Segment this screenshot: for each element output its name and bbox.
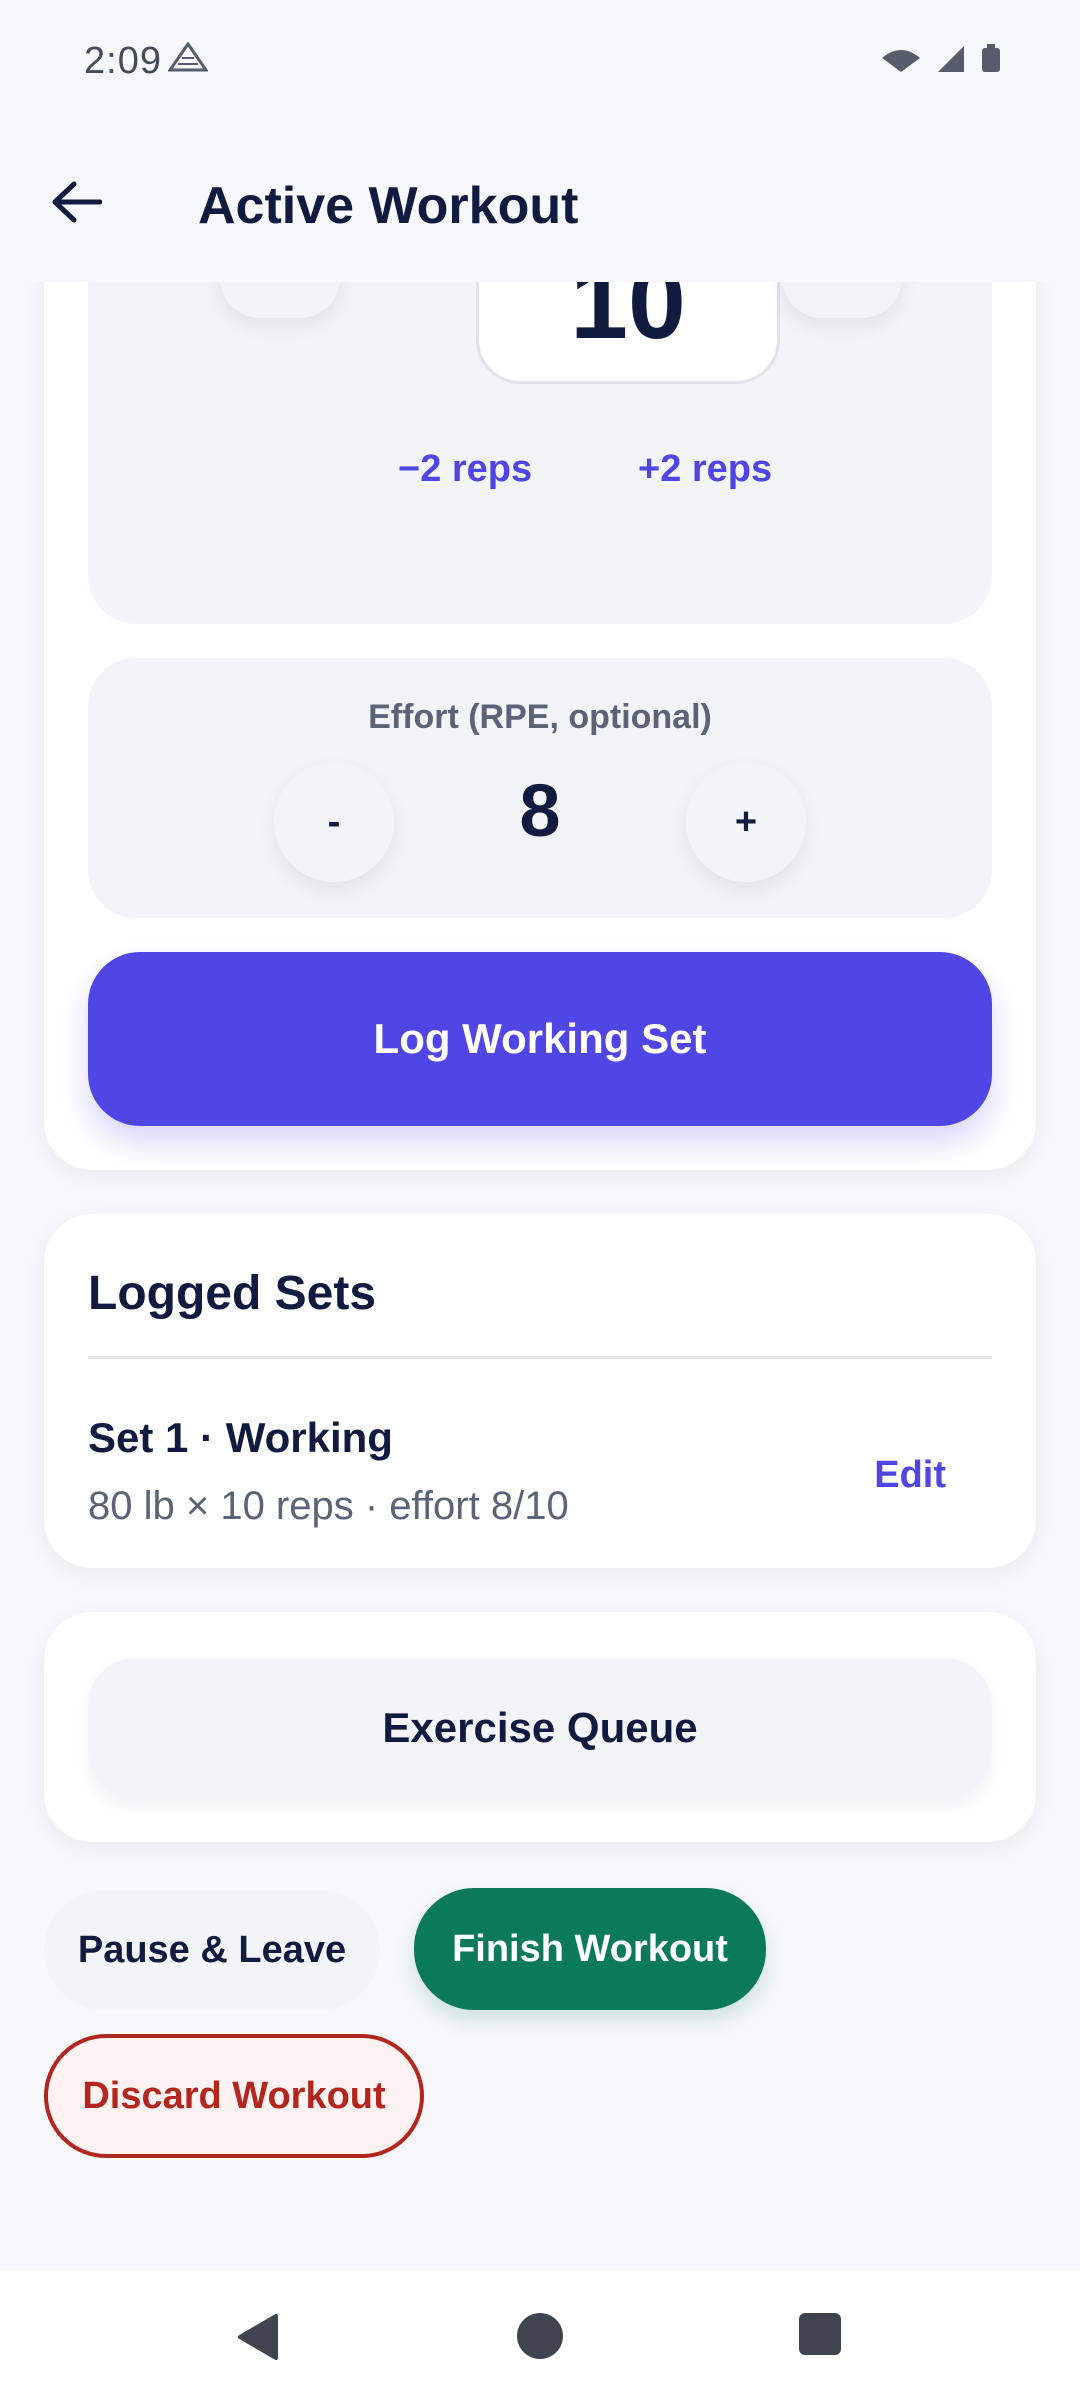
reps-increment-button[interactable]: +	[782, 282, 902, 318]
alert-icon	[167, 41, 209, 77]
arrow-left-icon	[50, 180, 103, 229]
exercise-queue-button[interactable]: Exercise Queue	[88, 1658, 992, 1798]
logged-sets-card: Logged Sets Set 1 · Working 80 lb × 10 r…	[44, 1214, 1036, 1568]
battery-icon	[980, 44, 1002, 77]
effort-decrement-button[interactable]: -	[274, 762, 394, 882]
set-entry-card: - 10 + −2 reps +2 reps Effort (RPE, opti…	[44, 282, 1036, 1170]
effort-label: Effort (RPE, optional)	[368, 698, 712, 736]
recents-square-icon[interactable]	[798, 2312, 842, 2361]
system-nav-bar	[0, 2270, 1080, 2400]
set-title: Set 1 · Working	[88, 1414, 393, 1461]
back-triangle-icon[interactable]	[234, 2312, 280, 2367]
reps-panel: - 10 + −2 reps +2 reps	[88, 282, 992, 624]
logged-set-row: Set 1 · Working 80 lb × 10 reps · effort…	[44, 1384, 1036, 1534]
divider	[88, 1356, 992, 1359]
log-working-set-button[interactable]: Log Working Set	[88, 952, 992, 1126]
effort-increment-button[interactable]: +	[686, 762, 806, 882]
logged-sets-title: Logged Sets	[88, 1267, 377, 1320]
wifi-icon	[880, 46, 922, 77]
reps-value[interactable]: 10	[476, 282, 780, 384]
effort-panel: Effort (RPE, optional) - 8 +	[88, 658, 992, 918]
status-time: 2:09	[84, 40, 162, 82]
set-detail: 80 lb × 10 reps · effort 8/10	[88, 1484, 569, 1528]
exercise-queue-card: Exercise Queue	[44, 1612, 1036, 1842]
page-title: Active Workout	[198, 177, 579, 235]
signal-icon	[938, 46, 964, 77]
edit-set-button[interactable]: Edit	[874, 1454, 946, 1497]
status-bar: 2:09	[0, 0, 1080, 86]
reps-decrement-button[interactable]: -	[220, 282, 340, 318]
workout-content[interactable]: - 10 + −2 reps +2 reps Effort (RPE, opti…	[0, 282, 1080, 2270]
home-circle-icon[interactable]	[516, 2312, 564, 2365]
discard-workout-button[interactable]: Discard Workout	[44, 2034, 424, 2158]
pause-and-leave-button[interactable]: Pause & Leave	[44, 1890, 380, 2010]
back-button[interactable]	[44, 172, 108, 236]
minus-two-reps-button[interactable]: −2 reps	[398, 448, 532, 491]
effort-value: 8	[519, 769, 561, 852]
app-bar: Active Workout	[0, 86, 1080, 282]
finish-workout-button[interactable]: Finish Workout	[414, 1888, 766, 2010]
plus-two-reps-button[interactable]: +2 reps	[638, 448, 772, 491]
